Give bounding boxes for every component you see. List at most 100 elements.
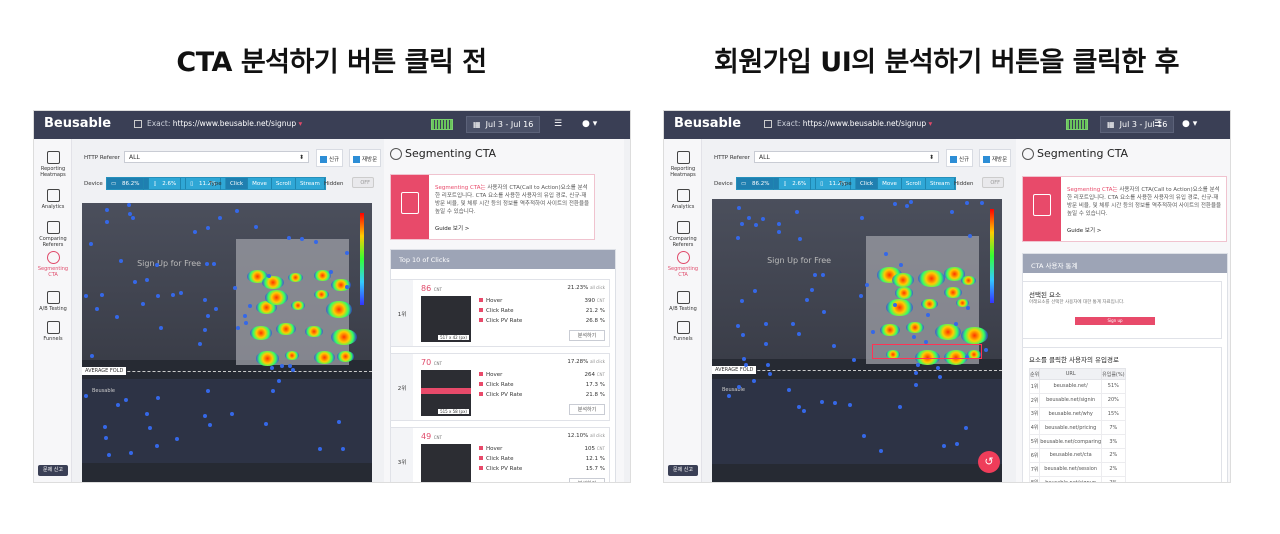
new-visitor-checkbox[interactable]: 신규 bbox=[316, 149, 344, 167]
rank-card[interactable]: 3위 49 CNT 12.10% all click Hover 105 CNT… bbox=[390, 427, 610, 482]
check-icon bbox=[320, 156, 327, 163]
table-cell: 20% bbox=[1101, 392, 1126, 408]
click-dot bbox=[726, 393, 731, 398]
type-stream[interactable]: Stream bbox=[296, 178, 325, 189]
click-dot bbox=[286, 236, 291, 241]
info-card: Segmenting CTA는 사용자의 CTA(Call to Action)… bbox=[390, 174, 595, 240]
returning-visitor-checkbox[interactable]: 재방문 bbox=[349, 149, 382, 167]
metric-label: Click PV Rate bbox=[486, 466, 523, 472]
user-icon[interactable]: ● ▾ bbox=[582, 119, 597, 129]
type-move[interactable]: Move bbox=[878, 178, 902, 189]
referer-select[interactable]: ALL ⬍ bbox=[124, 151, 309, 163]
url-selector[interactable]: Exact: https://www.beusable.net/signup ▾ bbox=[134, 119, 302, 128]
analyze-button[interactable]: 분석하기 bbox=[569, 330, 605, 341]
sidebar-item-2[interactable]: Comparing Referers bbox=[34, 221, 72, 248]
click-dot bbox=[155, 293, 160, 298]
returning-visitor-checkbox[interactable]: 재방문 bbox=[979, 149, 1012, 167]
click-dot bbox=[269, 366, 274, 371]
hidden-toggle[interactable]: OFF bbox=[352, 177, 374, 188]
click-dot bbox=[736, 385, 741, 390]
new-visitor-checkbox[interactable]: 신규 bbox=[946, 149, 974, 167]
device-tablet[interactable]: ▯ 2.6% bbox=[779, 178, 817, 190]
sidebar-item-1[interactable]: Analytics bbox=[664, 189, 702, 210]
table-row[interactable]: 7위 beusable.net/session 2% bbox=[1028, 461, 1126, 477]
heatmap-canvas[interactable]: Sign Up for Free AVERAGE FOLD Beusable bbox=[712, 199, 1002, 482]
type-selector[interactable]: Click Move Scroll Stream bbox=[855, 177, 956, 190]
table-row[interactable]: 5위 beusable.net/comparing 3% bbox=[1028, 434, 1126, 449]
sidebar-item-5[interactable]: Funnels bbox=[664, 321, 702, 342]
sidebar-item-4[interactable]: A/B Testing bbox=[664, 291, 702, 312]
sidebar-item-2[interactable]: Comparing Referers bbox=[664, 221, 702, 248]
table-row[interactable]: 6위 beusable.net/cta 2% bbox=[1028, 447, 1126, 463]
selected-element-preview[interactable]: Sign up bbox=[1075, 317, 1155, 325]
report-button[interactable]: 문제 신고 bbox=[668, 465, 698, 476]
top-bar: Beusable Exact: https://www.beusable.net… bbox=[34, 111, 630, 139]
back-button[interactable]: ↺ bbox=[978, 451, 1000, 473]
rank-card[interactable]: 2위 70 CNT 17.28% all click 515 x 58 (px)… bbox=[390, 353, 610, 421]
table-row[interactable]: 2위 beusable.net/signin 20% bbox=[1028, 392, 1126, 408]
device-desktop[interactable]: ▭ 86.2% bbox=[107, 178, 150, 190]
count-value: 86 bbox=[421, 284, 432, 293]
url-selector[interactable]: Exact: https://www.beusable.net/signup ▾ bbox=[764, 119, 932, 128]
sidebar-item-0[interactable]: Reporting Heatmaps bbox=[664, 151, 702, 178]
date-range-picker[interactable]: ▦ Jul 3 - Jul 16 bbox=[466, 116, 541, 133]
bullet-icon bbox=[479, 392, 483, 396]
referer-select[interactable]: ALL ⬍ bbox=[754, 151, 939, 163]
hidden-toggle[interactable]: OFF bbox=[982, 177, 1004, 188]
rank-card[interactable]: 1위 86 CNT 21.23% all click 517 x 42 (px)… bbox=[390, 279, 610, 347]
element-thumbnail bbox=[421, 444, 471, 482]
target-icon bbox=[390, 148, 402, 160]
sidebar-item-3[interactable]: Segmenting CTA bbox=[34, 251, 72, 278]
type-selector[interactable]: Click Move Scroll Stream bbox=[225, 177, 326, 190]
document-icon bbox=[1033, 194, 1051, 216]
click-count: 86 CNT bbox=[421, 284, 442, 293]
element-size: 517 x 42 (px) bbox=[438, 335, 469, 340]
table-row[interactable]: 1위 beusable.net/51% bbox=[1028, 379, 1126, 394]
type-move[interactable]: Move bbox=[248, 178, 272, 189]
type-stream[interactable]: Stream bbox=[926, 178, 955, 189]
stats-header: CTA 사용자 통계 bbox=[1023, 254, 1227, 273]
type-scroll[interactable]: Scroll bbox=[272, 178, 296, 189]
selected-desc: 아래요소를 선택한 사용자에 대한 통계 자료입니다. bbox=[1029, 300, 1125, 305]
user-icon[interactable]: ● ▾ bbox=[1182, 119, 1197, 129]
type-click[interactable]: Click bbox=[226, 178, 249, 189]
analyze-button[interactable]: 분석하기 bbox=[569, 404, 605, 415]
heatmap-canvas[interactable]: Sign Up for Free AVERAGE FOLD Beusable bbox=[82, 203, 372, 482]
device-tablet[interactable]: ▯ 2.6% bbox=[149, 178, 187, 190]
device-desktop[interactable]: ▭ 86.2% bbox=[737, 178, 780, 190]
click-share: 12.10% all click bbox=[567, 433, 605, 439]
count-value: 49 bbox=[421, 432, 432, 441]
table-cell: 2% bbox=[1101, 461, 1126, 477]
sidebar-item-0[interactable]: Reporting Heatmaps bbox=[34, 151, 72, 178]
menu-icon[interactable]: ☰ bbox=[554, 119, 562, 129]
metric-label: Click PV Rate bbox=[486, 392, 523, 398]
guide-link[interactable]: Guide 보기 > bbox=[1067, 226, 1101, 234]
sidebar-item-3[interactable]: Segmenting CTA bbox=[664, 251, 702, 278]
type-click[interactable]: Click bbox=[856, 178, 879, 189]
guide-link[interactable]: Guide 보기 > bbox=[435, 224, 469, 232]
sidebar-item-4[interactable]: A/B Testing bbox=[34, 291, 72, 312]
report-button[interactable]: 문제 신고 bbox=[38, 465, 68, 476]
metric-label: Click Rate bbox=[486, 382, 514, 388]
table-cell: 15% bbox=[1101, 406, 1126, 422]
pct-value: 17.28% bbox=[567, 359, 589, 365]
referer-label: HTTP Referer bbox=[84, 155, 120, 161]
metric-label: Hover bbox=[486, 298, 503, 304]
url-match-type: Exact bbox=[147, 119, 168, 128]
table-row[interactable]: 3위 beusable.net/why 15% bbox=[1028, 406, 1126, 422]
sidebar-item-5[interactable]: Funnels bbox=[34, 321, 72, 342]
type-scroll[interactable]: Scroll bbox=[902, 178, 926, 189]
analyze-button[interactable]: 분석하기 bbox=[569, 478, 605, 482]
table-row[interactable]: 4위 beusable.net/pricing 7% bbox=[1028, 420, 1126, 436]
menu-icon[interactable]: ☰ bbox=[1154, 119, 1162, 129]
sidebar-item-1[interactable]: Analytics bbox=[34, 189, 72, 210]
table-cell: beusable.net/signup bbox=[1039, 475, 1103, 482]
metric-value: 21.2 bbox=[585, 308, 599, 314]
click-rate-value: 17.3 % bbox=[585, 382, 605, 388]
date-range-picker[interactable]: ▦ Jul 3 - Jul 16 bbox=[1100, 116, 1175, 133]
table-row[interactable]: 8위beusable.net/signup2% bbox=[1028, 475, 1126, 482]
metric-label: Click Rate bbox=[486, 456, 514, 462]
pv-rate-label: Click PV Rate bbox=[479, 466, 522, 472]
panel-title: Segmenting CTA bbox=[390, 147, 496, 160]
click-dot bbox=[206, 225, 211, 230]
